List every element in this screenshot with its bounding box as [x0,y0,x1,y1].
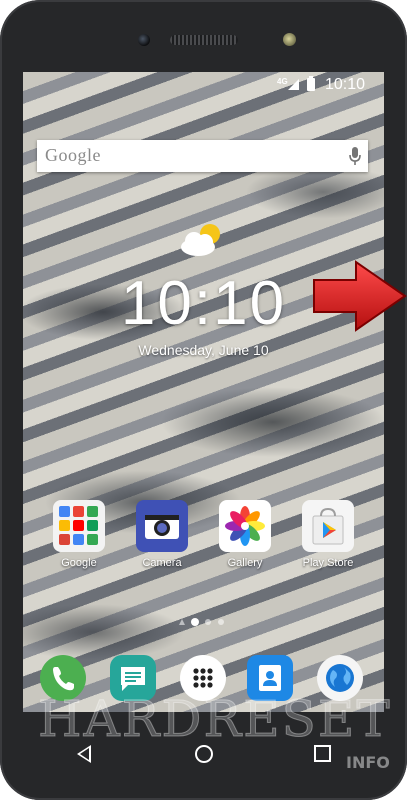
weather-cloud-sun-icon[interactable] [176,222,228,258]
network-type-label: 4G [277,77,288,86]
clock-date: Wednesday, June 10 [138,342,269,358]
search-label: Google [45,145,101,165]
app-label: Camera [142,557,182,569]
watermark: HARDRESET [38,690,392,749]
home-page-marker-icon [179,619,185,625]
proximity-sensor [283,33,296,46]
google-search-bar[interactable]: Google [37,140,368,172]
app-play-store[interactable]: Play Store [298,500,358,569]
status-time: 10:10 [325,76,366,93]
red-arrow-icon [313,260,407,332]
earpiece-speaker [170,35,238,45]
home-screen: 4G 10:10 Google 10:10 Wednesday, June 10 [23,72,384,712]
app-google-folder[interactable]: Google [49,500,109,569]
page-dot-current [191,618,199,626]
front-camera [138,34,150,46]
app-label: Gallery [227,557,263,569]
google-folder-icon [53,500,105,552]
app-label: Google [61,557,97,569]
page-indicator [175,617,235,627]
phone-frame: 4G 10:10 Google 10:10 Wednesday, June 10 [0,0,407,800]
battery-icon [307,76,315,91]
mic-icon[interactable] [348,146,362,166]
app-camera[interactable]: Camera [132,500,192,569]
status-bar: 4G 10:10 [23,72,384,96]
gallery-icon [219,500,271,552]
app-label: Play Store [302,557,354,569]
signal-icon [288,79,299,90]
app-gallery[interactable]: Gallery [215,500,275,569]
page-dot [218,619,224,625]
play-store-icon [302,500,354,552]
watermark-suffix: INFO [346,753,390,772]
page-dot [205,619,211,625]
camera-icon [136,500,188,552]
